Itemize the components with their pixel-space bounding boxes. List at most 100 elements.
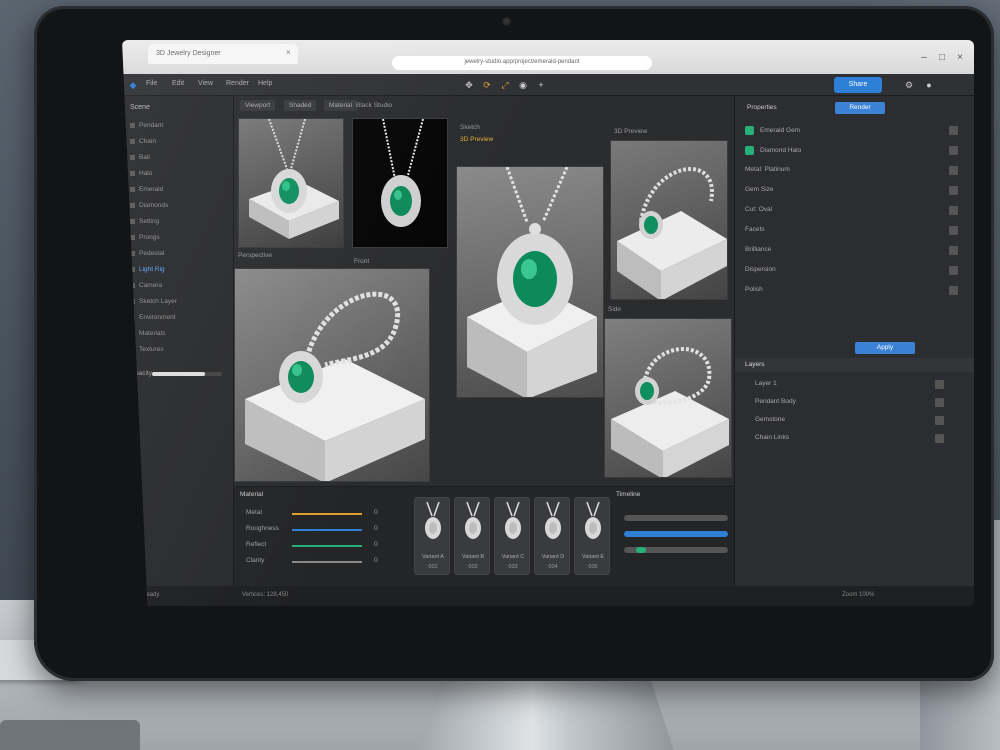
render-detail[interactable] (604, 318, 732, 478)
layer-item[interactable]: Pendant Body (755, 398, 796, 405)
close-icon[interactable]: × (286, 49, 294, 57)
scale-icon[interactable]: ⤢ (498, 78, 512, 92)
tab-shaded[interactable]: Shaded (284, 100, 317, 111)
render-main-preview[interactable] (456, 166, 604, 398)
scene-item-label: Pendant (139, 122, 164, 129)
visibility-icon[interactable] (935, 380, 944, 389)
property-row[interactable]: Metal: Platinum (745, 166, 790, 173)
scene-item[interactable]: Diamonds (130, 202, 226, 212)
scene-item[interactable]: Materials (130, 330, 226, 340)
scene-item-label: Sketch Layer (139, 298, 177, 305)
menu-file[interactable]: File (146, 80, 157, 87)
variant-thumbnail[interactable]: Variant D 004 (534, 497, 570, 575)
plus-icon[interactable]: + (534, 78, 548, 92)
scene-item[interactable]: Textures (130, 346, 226, 356)
render-button[interactable]: Render (835, 102, 885, 114)
property-row[interactable]: Polish (745, 286, 763, 293)
share-button[interactable]: Share (834, 77, 882, 93)
tab-viewport[interactable]: Viewport (240, 100, 276, 111)
row-options-icon[interactable] (949, 246, 958, 255)
property-row[interactable]: Dispersion (745, 266, 776, 273)
scene-item[interactable]: Halo (130, 170, 226, 180)
row-options-icon[interactable] (949, 146, 958, 155)
property-row[interactable]: Brilliance (745, 246, 771, 253)
close-window-icon[interactable]: × (954, 52, 966, 64)
row-options-icon[interactable] (949, 286, 958, 295)
scene-item[interactable]: Setting (130, 218, 226, 228)
scene-item[interactable]: Camera (130, 282, 226, 292)
pendant-icon (505, 501, 521, 539)
scene-item-label: Camera (139, 282, 163, 289)
keyboard (0, 720, 140, 750)
minimize-icon[interactable]: – (918, 52, 930, 64)
variant-thumbnail[interactable]: Variant A 001 (414, 497, 450, 575)
timeline-title: Timeline (616, 491, 641, 498)
material-prop-value[interactable]: 0 (374, 509, 378, 516)
scene-item[interactable]: Sketch Layer (130, 298, 226, 308)
property-row[interactable]: Emerald Gem (745, 126, 800, 135)
property-row[interactable]: Cut: Oval (745, 206, 772, 213)
timeline-track-1[interactable] (624, 515, 728, 521)
settings-icon[interactable]: ⚙ (902, 78, 916, 92)
row-options-icon[interactable] (949, 266, 958, 275)
viewport-canvas[interactable]: Viewport Shaded Material Perspective Bla… (234, 96, 734, 486)
timeline-keyframe[interactable] (636, 547, 646, 553)
menu-view[interactable]: View (198, 80, 213, 87)
render-front[interactable] (234, 268, 430, 482)
variant-thumbnail[interactable]: Variant E 005 (574, 497, 610, 575)
rotate-icon[interactable]: ⟳ (480, 78, 494, 92)
apply-button[interactable]: Apply (855, 342, 915, 354)
render-side[interactable] (610, 140, 728, 300)
row-options-icon[interactable] (949, 186, 958, 195)
scene-item-label: Light Rig (139, 266, 165, 273)
layer-icon (130, 218, 135, 224)
visibility-icon[interactable] (935, 416, 944, 425)
layer-item[interactable]: Chain Links (755, 434, 789, 441)
variant-thumbnail[interactable]: Variant B 002 (454, 497, 490, 575)
bottom-panel: Material Metal 0 Roughness 0 Reflect 0 Clarity… (234, 486, 734, 586)
move-icon[interactable]: ✥ (462, 78, 476, 92)
layer-item[interactable]: Gemstone (755, 416, 785, 423)
timeline-track-2[interactable] (624, 531, 728, 537)
layer-icon (130, 202, 135, 208)
material-prop-label: Reflect (246, 541, 267, 548)
row-options-icon[interactable] (949, 226, 958, 235)
material-prop-value[interactable]: 0 (374, 541, 378, 548)
material-prop-slider[interactable] (292, 529, 362, 531)
material-prop-value[interactable]: 0 (374, 557, 378, 564)
tab-material[interactable]: Material (324, 100, 358, 111)
layer-item[interactable]: Layer 1 (755, 380, 777, 387)
menu-edit[interactable]: Edit (172, 80, 184, 87)
variant-thumbnail[interactable]: Variant C 003 (494, 497, 530, 575)
scene-item[interactable]: Prongs (130, 234, 226, 244)
material-prop-value[interactable]: 0 (374, 525, 378, 532)
property-row[interactable]: Gem Size (745, 186, 774, 193)
row-options-icon[interactable] (949, 126, 958, 135)
url-bar[interactable]: jewelry-studio.app/project/emerald-penda… (392, 56, 652, 70)
visibility-icon[interactable] (935, 434, 944, 443)
material-prop-slider[interactable] (292, 545, 362, 547)
scene-item[interactable]: Light Rig (130, 266, 226, 276)
material-prop-slider[interactable] (292, 561, 362, 563)
scene-item[interactable]: Environment (130, 314, 226, 324)
browser-tab[interactable]: 3D Jewelry Designer (148, 44, 298, 64)
camera-icon[interactable]: ◉ (516, 78, 530, 92)
user-icon[interactable]: ● (922, 78, 936, 92)
row-options-icon[interactable] (949, 166, 958, 175)
property-row[interactable]: Facets (745, 226, 765, 233)
menu-render[interactable]: Render (226, 80, 249, 87)
property-row[interactable]: Diamond Halo (745, 146, 801, 155)
scene-item[interactable]: Bail (130, 154, 226, 164)
render-black-studio[interactable] (352, 118, 448, 248)
menu-help[interactable]: Help (258, 80, 272, 87)
visibility-icon[interactable] (935, 398, 944, 407)
opacity-slider[interactable] (152, 372, 222, 376)
scene-item[interactable]: Emerald (130, 186, 226, 196)
scene-item[interactable]: Pedestal (130, 250, 226, 260)
material-prop-slider[interactable] (292, 513, 362, 515)
scene-item[interactable]: Pendant (130, 122, 226, 132)
maximize-icon[interactable]: □ (936, 52, 948, 64)
row-options-icon[interactable] (949, 206, 958, 215)
render-perspective[interactable] (238, 118, 344, 248)
scene-item[interactable]: Chain (130, 138, 226, 148)
